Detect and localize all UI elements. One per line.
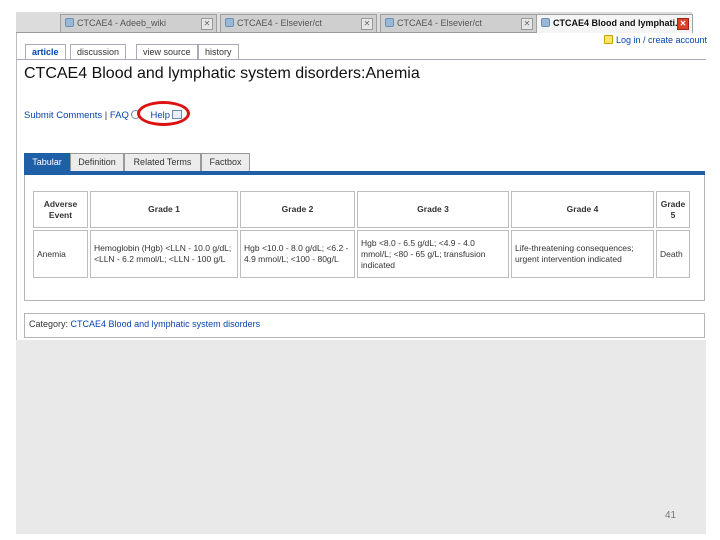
category-label: Category: bbox=[29, 319, 69, 329]
submit-comments-link[interactable]: Submit Comments bbox=[24, 110, 102, 121]
browser-tab-3[interactable]: CTCAE4 - Elsevier/ct ✕ bbox=[380, 14, 537, 32]
table-row: Anemia Hemoglobin (Hgb) <LLN - 10.0 g/dL… bbox=[33, 230, 690, 278]
tab-factbox[interactable]: Factbox bbox=[201, 153, 250, 171]
browser-tab-1[interactable]: CTCAE4 - Adeeb_wiki ✕ bbox=[60, 14, 217, 32]
cell-grade-5: Death bbox=[656, 230, 690, 278]
header-grade-5: Grade 5 bbox=[656, 191, 690, 228]
window-left-border bbox=[16, 12, 17, 340]
page-favicon-icon bbox=[65, 18, 74, 27]
separator: | bbox=[104, 110, 108, 121]
header-grade-2: Grade 2 bbox=[240, 191, 355, 228]
header-grade-4: Grade 4 bbox=[511, 191, 654, 228]
page-title: CTCAE4 Blood and lymphatic system disord… bbox=[24, 65, 420, 82]
slide-number: 41 bbox=[665, 510, 677, 521]
category-box: Category: CTCAE4 Blood and lymphatic sys… bbox=[24, 313, 705, 338]
close-tab-icon[interactable]: ✕ bbox=[201, 18, 213, 30]
close-tab-icon[interactable]: ✕ bbox=[521, 18, 533, 30]
tab-related-terms[interactable]: Related Terms bbox=[124, 153, 201, 171]
cell-adverse-event: Anemia bbox=[33, 230, 88, 278]
page-favicon-icon bbox=[225, 18, 234, 27]
tab-definition[interactable]: Definition bbox=[70, 153, 124, 171]
table-header-row: Adverse Event Grade 1 Grade 2 Grade 3 Gr… bbox=[33, 191, 690, 228]
tab-discussion[interactable]: discussion bbox=[70, 44, 127, 59]
browser-tab-2[interactable]: CTCAE4 - Elsevier/ct ✕ bbox=[220, 14, 377, 32]
tab-history[interactable]: history bbox=[198, 44, 239, 59]
cell-grade-2: Hgb <10.0 - 8.0 g/dL; <6.2 - 4.9 mmol/L;… bbox=[240, 230, 355, 278]
empty-content-area bbox=[16, 340, 706, 534]
tab-article[interactable]: article bbox=[25, 44, 66, 59]
cell-grade-4: Life-threatening consequences; urgent in… bbox=[511, 230, 654, 278]
cell-grade-3: Hgb <8.0 - 6.5 g/dL; <4.9 - 4.0 mmol/L; … bbox=[357, 230, 509, 278]
user-lock-icon bbox=[604, 35, 613, 44]
close-tab-icon[interactable]: ✕ bbox=[677, 18, 689, 30]
category-link[interactable]: CTCAE4 Blood and lymphatic system disord… bbox=[71, 319, 261, 329]
annotation-circle bbox=[137, 101, 190, 126]
header-grade-3: Grade 3 bbox=[357, 191, 509, 228]
close-tab-icon[interactable]: ✕ bbox=[361, 18, 373, 30]
page-favicon-icon bbox=[541, 18, 550, 27]
grades-table: Adverse Event Grade 1 Grade 2 Grade 3 Gr… bbox=[31, 189, 692, 280]
panel-accent-bar bbox=[24, 171, 705, 175]
faq-link[interactable]: FAQ bbox=[110, 110, 129, 121]
login-link[interactable]: Log in / create account bbox=[604, 35, 707, 45]
browser-tab-strip: CTCAE4 - Adeeb_wiki ✕ CTCAE4 - Elsevier/… bbox=[16, 12, 693, 33]
header-adverse-event: Adverse Event bbox=[33, 191, 88, 228]
tab-tabular[interactable]: Tabular bbox=[24, 153, 70, 172]
header-grade-1: Grade 1 bbox=[90, 191, 238, 228]
tab-underline bbox=[16, 59, 706, 60]
cell-grade-1: Hemoglobin (Hgb) <LLN - 10.0 g/dL; <LLN … bbox=[90, 230, 238, 278]
browser-tab-active[interactable]: CTCAE4 Blood and lymphati... ✕ bbox=[536, 14, 693, 33]
tab-view-source[interactable]: view source bbox=[136, 44, 198, 59]
page-favicon-icon bbox=[385, 18, 394, 27]
